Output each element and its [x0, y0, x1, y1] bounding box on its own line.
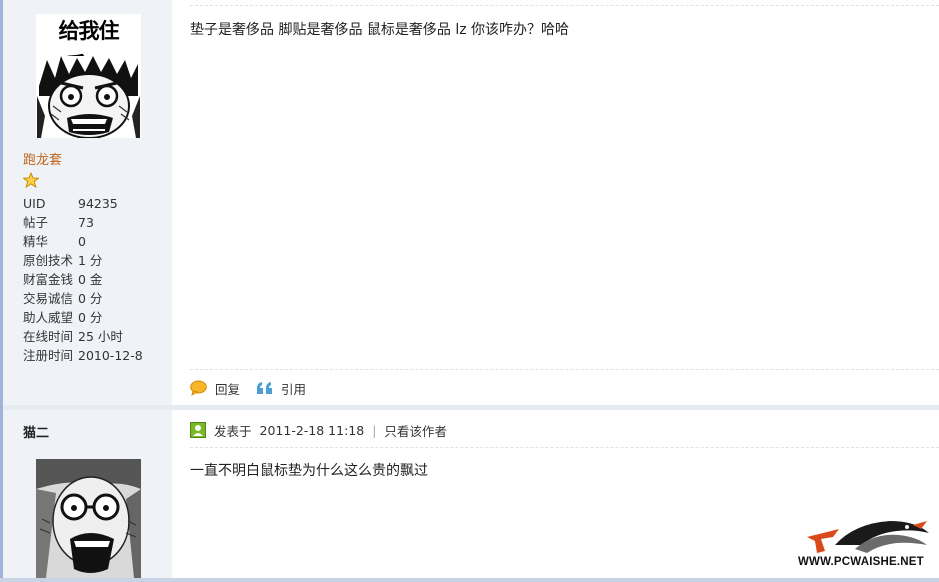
profile-value: 2010-12-8: [78, 348, 143, 363]
profile-key: 在线时间: [23, 329, 74, 344]
quote-label: 引用: [281, 381, 307, 397]
profile-value: 94235: [78, 196, 118, 211]
manga-face-image: [37, 56, 140, 138]
quote-icon: [257, 382, 273, 394]
divider: [190, 369, 939, 370]
table-bottom-border: [0, 578, 939, 582]
profile-row: UID 94235: [23, 194, 163, 213]
profile-row: 原创技术 1 分: [23, 251, 163, 270]
profile-key: 助人威望: [23, 310, 74, 325]
star-icon: [23, 172, 39, 188]
divider: [190, 5, 939, 6]
quote-button[interactable]: 引用: [256, 379, 306, 398]
manga-face-image: [36, 459, 141, 578]
profile-key: 精华: [23, 234, 49, 249]
author-panel: 猫二: [3, 410, 172, 578]
reply-button[interactable]: 回复: [190, 379, 240, 398]
author-username[interactable]: 猫二: [23, 422, 49, 441]
profile-value: 73: [78, 215, 94, 230]
post-message: 一直不明白鼠标垫为什么这么贵的飘过: [190, 463, 428, 479]
profile-row: 帖子 73: [23, 213, 163, 232]
profile-key: 帖子: [23, 215, 49, 230]
watermark-text: WWW.PCWAISHE.NET: [798, 556, 924, 568]
avatar-caption: 给我住手!!!: [58, 19, 120, 77]
profile-row: 财富金钱 0 金: [23, 270, 163, 289]
user-icon: [190, 422, 206, 438]
speech-bubble-icon: [190, 380, 207, 396]
author-panel: 给我住手!!!: [3, 0, 172, 405]
profile-value: 25 小时: [78, 329, 123, 344]
avatar[interactable]: 给我住手!!!: [36, 14, 141, 138]
profile-value: 0 分: [78, 291, 103, 306]
post: 给我住手!!!: [3, 0, 939, 405]
meta-separator: |: [372, 422, 377, 438]
profile-key: 财富金钱: [23, 272, 74, 287]
profile-row: 助人威望 0 分: [23, 308, 163, 327]
profile-row: 交易诚信 0 分: [23, 289, 163, 308]
profile-row: 精华 0: [23, 232, 163, 251]
site-watermark: WWW.PCWAISHE.NET: [795, 515, 935, 575]
author-profile: UID 94235 帖子 73 精华 0 原创技术 1 分 财富金钱 0 金 交易诚信 0 …: [23, 194, 163, 365]
eagle-logo-icon: [807, 521, 929, 553]
post-meta: 发表于 2011-2-18 11:18 | 只看该作者: [190, 421, 447, 439]
posted-label: 发表于: [214, 423, 252, 439]
profile-value: 0 分: [78, 310, 103, 325]
post-timestamp: 2011-2-18 11:18: [259, 422, 365, 438]
post-content: 垫子是奢侈品 脚贴是奢侈品 鼠标是奢侈品 lz 你该咋办？哈哈 回复 引用: [172, 0, 939, 405]
post-actions: 回复 引用: [190, 378, 322, 398]
reply-label: 回复: [215, 381, 241, 397]
profile-key: 原创技术: [23, 253, 74, 268]
profile-value: 0: [78, 234, 86, 249]
profile-value: 0 金: [78, 272, 103, 287]
profile-value: 1 分: [78, 253, 103, 268]
avatar[interactable]: [36, 459, 141, 578]
profile-row: 在线时间 25 小时: [23, 327, 163, 346]
post-message: 垫子是奢侈品 脚贴是奢侈品 鼠标是奢侈品 lz 你该咋办？哈哈: [190, 22, 570, 38]
profile-key: 交易诚信: [23, 291, 74, 306]
profile-row: 注册时间 2010-12-8: [23, 346, 163, 365]
author-username[interactable]: 跑龙套: [23, 149, 62, 168]
profile-key: 注册时间: [23, 348, 74, 363]
forum-thread-page: 给我住手!!!: [0, 0, 939, 582]
only-author-link[interactable]: 只看该作者: [384, 421, 447, 440]
profile-key: UID: [23, 196, 46, 211]
divider: [190, 447, 939, 448]
